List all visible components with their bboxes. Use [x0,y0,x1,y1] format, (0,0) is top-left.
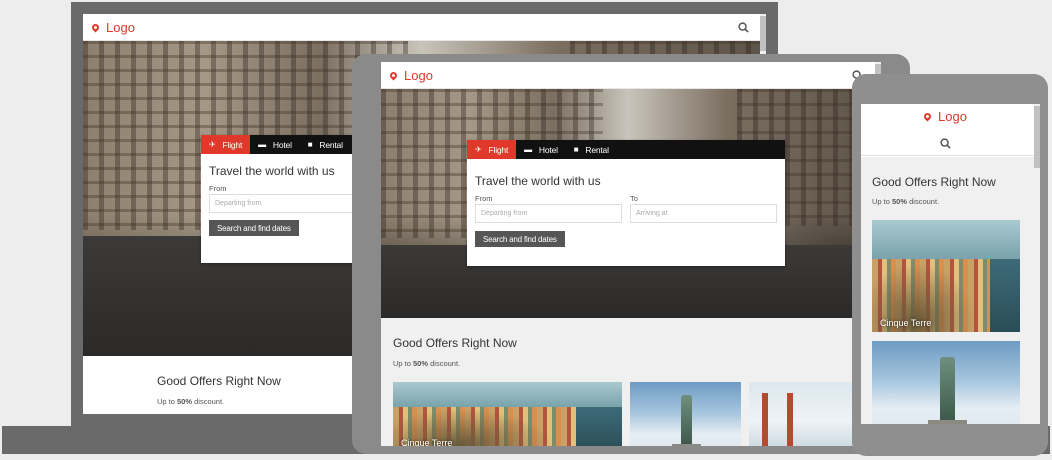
from-input[interactable]: Departing from [209,194,369,213]
to-input[interactable]: Arriving at [630,204,777,223]
widget-title: Travel the world with us [475,174,601,188]
logo-text: Logo [106,19,135,35]
plane-icon: ✈ [209,140,216,149]
laptop-header: Logo [83,14,766,41]
car-icon: ■ [573,145,579,154]
offers-title: Good Offers Right Now [872,175,996,189]
map-pin-icon [388,70,399,80]
offers-title: Good Offers Right Now [157,374,281,388]
offers-subtitle: Up to 50% discount. [872,197,940,206]
tab-rental[interactable]: ■ Rental [566,140,617,159]
search-icon[interactable] [738,22,749,33]
bed-icon: ▬ [258,140,266,149]
to-label: To [630,194,638,203]
logo[interactable]: Logo [388,67,433,83]
offer-card-liberty[interactable] [630,382,741,446]
tab-flight[interactable]: ✈ Flight [201,135,251,154]
offers-title: Good Offers Right Now [393,336,517,350]
car-icon: ■ [307,140,313,149]
phone-screen: Logo Good Offers Right Now Up to 50% dis… [861,104,1040,424]
tab-hotel[interactable]: ▬ Hotel [250,135,300,154]
offer-card-cinque-terre[interactable]: Cinque Terre [872,220,1020,332]
tablet-header: Logo [381,62,881,89]
offer-card-label: Cinque Terre [401,438,453,446]
search-button[interactable]: Search and find dates [209,220,299,236]
bed-icon: ▬ [524,145,532,154]
offer-card-cinque-terre[interactable]: Cinque Terre [393,382,622,446]
map-pin-icon [90,22,101,32]
offer-card-liberty[interactable] [872,341,1020,424]
tab-rental[interactable]: ■ Rental [300,135,351,154]
search-tabs: ✈ Flight ▬ Hotel ■ Rental [467,140,785,159]
map-pin-icon [922,111,933,122]
offers-section: Good Offers Right Now Up to 50% discount… [861,157,1034,424]
search-icon[interactable] [940,138,951,149]
offers-subtitle: Up to 50% discount. [393,359,461,368]
search-button[interactable]: Search and find dates [475,231,565,247]
tab-flight[interactable]: ✈ Flight [467,140,517,159]
offers-section: Good Offers Right Now Up to 50% discount… [381,318,875,446]
offer-card-label: Cinque Terre [880,318,932,328]
phone-scrollbar[interactable] [1034,104,1040,424]
plane-icon: ✈ [475,145,482,154]
phone-header: Logo [861,104,1034,156]
from-input[interactable]: Departing from [475,204,622,223]
offers-subtitle: Up to 50% discount. [157,397,225,406]
search-widget: ✈ Flight ▬ Hotel ■ Rental Travel the world … [467,140,785,266]
logo[interactable]: Logo [922,109,967,124]
from-label: From [475,194,493,203]
tab-hotel[interactable]: ▬ Hotel [516,140,566,159]
logo-text: Logo [938,109,967,124]
logo[interactable]: Logo [90,19,135,35]
logo-text: Logo [404,67,433,83]
tablet-screen: Logo ✈ Flight ▬ Hotel ■ Rental Travel the w… [381,62,881,446]
